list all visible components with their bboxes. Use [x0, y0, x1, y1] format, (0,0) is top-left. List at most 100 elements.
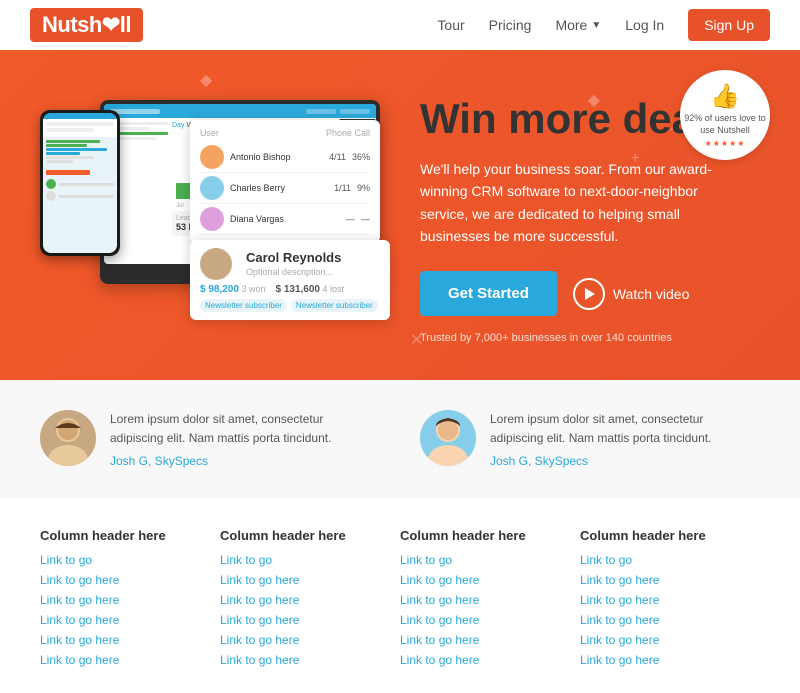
footer-link-2-5[interactable]: Link to go here	[220, 653, 400, 667]
footer-col-2: Column header here Link to go Link to go…	[220, 528, 400, 673]
footer-link-2-3[interactable]: Link to go here	[220, 613, 400, 627]
footer-link-4-1[interactable]: Link to go here	[580, 573, 760, 587]
stat-1b: 36%	[352, 152, 370, 162]
contact-tag2: Newsletter subscriber	[291, 299, 378, 312]
card-header: User Phone Call	[200, 128, 370, 138]
contact-amount2: $ 131,600	[275, 284, 320, 295]
badge-text: 92% of users love to use Nutshell	[680, 113, 770, 136]
get-started-button[interactable]: Get Started	[420, 271, 557, 316]
avatar-2	[200, 176, 224, 200]
avatar-testimonial-2	[420, 410, 476, 466]
user-row-1: Antonio Bishop 4/11 36%	[200, 142, 370, 173]
footer-link-4-0[interactable]: Link to go	[580, 553, 760, 567]
nav-tour[interactable]: Tour	[437, 17, 464, 33]
footer-link-3-2[interactable]: Link to go here	[400, 593, 580, 607]
contact-label2: 4 lost	[323, 284, 345, 294]
nav-pricing[interactable]: Pricing	[489, 17, 532, 33]
watch-label: Watch video	[613, 286, 690, 302]
footer-link-1-5[interactable]: Link to go here	[40, 653, 220, 667]
play-icon	[573, 278, 605, 310]
phone-mockup	[40, 110, 120, 256]
nav-login[interactable]: Log In	[625, 17, 664, 33]
thumbs-up-icon: 👍	[710, 82, 740, 111]
testimonial-text-1: Lorem ipsum dolor sit amet, consectetur …	[110, 410, 380, 448]
footer-link-4-4[interactable]: Link to go here	[580, 633, 760, 647]
stat-2a: 1/11	[334, 183, 351, 193]
avatar-3	[200, 207, 224, 231]
navbar: Nutsh❤ll Tour Pricing More ▼ Log In Sign…	[0, 0, 800, 50]
footer-link-4-3[interactable]: Link to go here	[580, 613, 760, 627]
nav-more[interactable]: More ▼	[555, 17, 601, 33]
watch-video-button[interactable]: Watch video	[573, 278, 690, 310]
user-stats-2: 1/11 9%	[334, 183, 370, 193]
logo[interactable]: Nutsh❤ll	[30, 8, 143, 42]
stat-1a: 4/11	[329, 152, 346, 162]
stat-3a: —	[346, 214, 355, 224]
footer-link-3-4[interactable]: Link to go here	[400, 633, 580, 647]
contact-name: Carol Reynolds	[246, 250, 341, 265]
chevron-down-icon: ▼	[591, 20, 601, 31]
love-badge: 👍 92% of users love to use Nutshell ★★★★…	[680, 70, 770, 160]
footer-link-3-3[interactable]: Link to go here	[400, 613, 580, 627]
stat-3b: —	[361, 214, 370, 224]
footer-link-1-2[interactable]: Link to go here	[40, 593, 220, 607]
stat-2b: 9%	[357, 183, 370, 193]
footer-col-1: Column header here Link to go Link to go…	[40, 528, 220, 673]
trusted-text: Trusted by 7,000+ businesses in over 140…	[420, 332, 760, 344]
footer-link-3-0[interactable]: Link to go	[400, 553, 580, 567]
user-name-3: Diana Vargas	[230, 214, 284, 224]
nav-links: Tour Pricing More ▼ Log In Sign Up	[437, 9, 770, 41]
footer-link-2-2[interactable]: Link to go here	[220, 593, 400, 607]
footer-col-header-2: Column header here	[220, 528, 400, 543]
testimonial-1: Lorem ipsum dolor sit amet, consectetur …	[40, 410, 380, 468]
avatar-1	[200, 145, 224, 169]
user-col-header: User	[200, 128, 219, 138]
footer-links-section: Column header here Link to go Link to go…	[0, 498, 800, 693]
user-stats-1: 4/11 36%	[329, 152, 370, 162]
hero-content: 👍 92% of users love to use Nutshell ★★★★…	[400, 50, 800, 380]
avatar-svg-2	[420, 410, 476, 466]
footer-link-2-4[interactable]: Link to go here	[220, 633, 400, 647]
contact-avatar	[200, 248, 232, 280]
phonecall-col-header: Phone Call	[326, 128, 370, 138]
testimonial-author-2[interactable]: Josh G, SkySpecs	[490, 454, 760, 468]
footer-link-4-2[interactable]: Link to go here	[580, 593, 760, 607]
footer-link-4-5[interactable]: Link to go here	[580, 653, 760, 667]
hero-buttons: Get Started Watch video	[420, 271, 760, 316]
avatar-svg-1	[40, 410, 96, 466]
testimonial-author-1[interactable]: Josh G, SkySpecs	[110, 454, 380, 468]
user-row-2: Charles Berry 1/11 9%	[200, 173, 370, 204]
footer-link-2-1[interactable]: Link to go here	[220, 573, 400, 587]
testimonial-content-2: Lorem ipsum dolor sit amet, consectetur …	[490, 410, 760, 468]
footer-col-3: Column header here Link to go Link to go…	[400, 528, 580, 673]
footer-col-header-1: Column header here	[40, 528, 220, 543]
footer-link-1-0[interactable]: Link to go	[40, 553, 220, 567]
contact-desc: Optional description...	[246, 267, 341, 277]
contact-card: Carol Reynolds Optional description... $…	[190, 240, 390, 320]
badge-stars: ★★★★★	[705, 139, 746, 148]
user-row-3: Diana Vargas — —	[200, 204, 370, 235]
testimonials-section: Lorem ipsum dolor sit amet, consectetur …	[0, 380, 800, 498]
contact-label1: 3 won	[241, 284, 265, 294]
contact-tag1: Newsletter subscriber	[200, 299, 287, 312]
footer-link-3-1[interactable]: Link to go here	[400, 573, 580, 587]
devices-mockup: Day Week Month Quarter Year	[20, 80, 400, 360]
footer-link-1-4[interactable]: Link to go here	[40, 633, 220, 647]
footer-col-header-3: Column header here	[400, 528, 580, 543]
nav-signup-button[interactable]: Sign Up	[688, 9, 770, 41]
hero-subtitle: We'll help your business soar. From our …	[420, 158, 740, 248]
hero-devices: Day Week Month Quarter Year	[0, 50, 400, 380]
footer-col-header-4: Column header here	[580, 528, 760, 543]
nav-more-label: More	[555, 17, 587, 33]
user-name-2: Charles Berry	[230, 183, 285, 193]
footer-link-2-0[interactable]: Link to go	[220, 553, 400, 567]
logo-text: Nutsh❤ll	[42, 12, 131, 37]
contact-amount1: $ 98,200	[200, 284, 239, 295]
footer-link-1-3[interactable]: Link to go here	[40, 613, 220, 627]
phone-screen	[43, 113, 117, 253]
footer-link-3-5[interactable]: Link to go here	[400, 653, 580, 667]
user-name-1: Antonio Bishop	[230, 152, 291, 162]
testimonial-content-1: Lorem ipsum dolor sit amet, consectetur …	[110, 410, 380, 468]
footer-link-1-1[interactable]: Link to go here	[40, 573, 220, 587]
hero-section: ◆ + ✕ ◆ +	[0, 50, 800, 380]
